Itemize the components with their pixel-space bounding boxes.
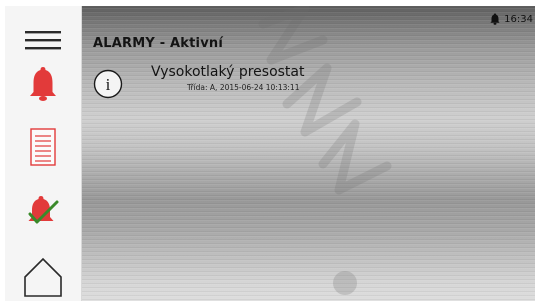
svg-text:i: i bbox=[106, 75, 111, 94]
document-list-icon bbox=[30, 128, 56, 166]
alarm-class-timestamp: Třída: A, 2015-06-24 10:13:11 bbox=[187, 83, 300, 92]
sidebar bbox=[5, 6, 82, 301]
home-icon bbox=[24, 257, 62, 297]
info-icon: i bbox=[93, 69, 123, 99]
alarm-screen: ALARMY - Aktivní 16:34 i Vysokotlaký pre… bbox=[5, 6, 535, 301]
sidebar-item-alarm-history[interactable] bbox=[5, 124, 81, 170]
watermark-logo bbox=[258, 6, 392, 295]
alarm-name: Vysokotlaký presostat bbox=[151, 64, 305, 80]
sidebar-item-acknowledged-alarms[interactable] bbox=[5, 190, 81, 232]
menu-button[interactable] bbox=[5, 20, 81, 60]
page-title: ALARMY - Aktivní bbox=[93, 36, 223, 51]
bell-icon bbox=[30, 67, 56, 101]
brushed-metal-background bbox=[5, 6, 535, 301]
bell-icon bbox=[490, 13, 500, 25]
sidebar-item-active-alarms[interactable] bbox=[5, 64, 81, 104]
hamburger-menu-icon bbox=[25, 31, 61, 50]
sidebar-item-home[interactable] bbox=[5, 254, 81, 300]
alarm-list-item[interactable]: i Vysokotlaký presostat Třída: A, 2015-0… bbox=[93, 64, 393, 104]
bell-check-icon bbox=[28, 196, 59, 224]
status-bar: 16:34 bbox=[490, 13, 533, 25]
clock-time: 16:34 bbox=[504, 13, 533, 25]
